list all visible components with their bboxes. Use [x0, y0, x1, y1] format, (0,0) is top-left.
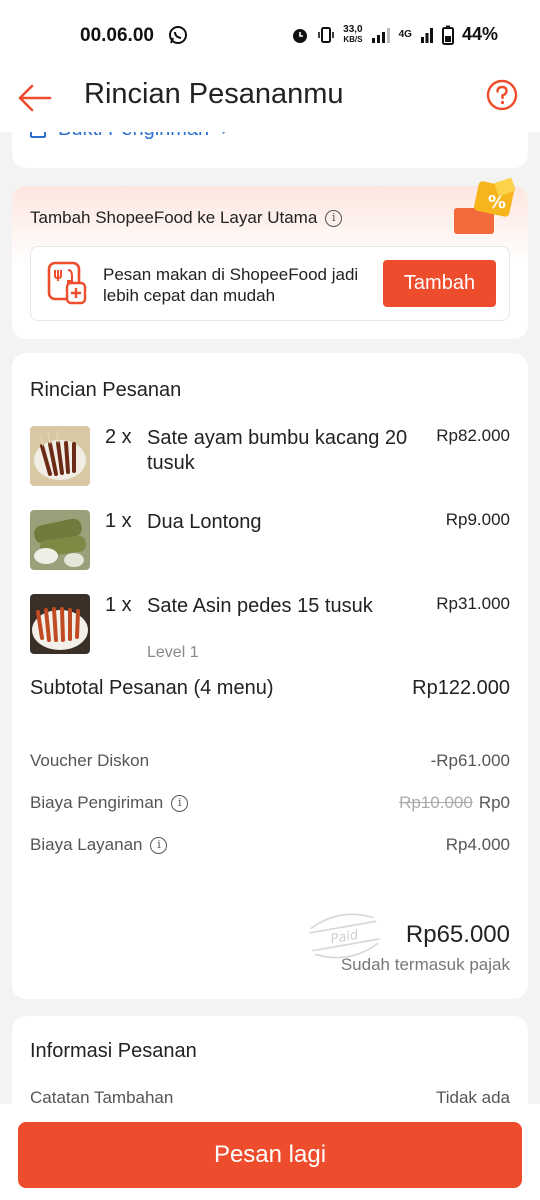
- add-to-homescreen-card: Tambah ShopeeFood ke Layar Utama i % Pes…: [12, 178, 528, 339]
- service-fee-row: Biaya Layanan i Rp4.000: [30, 835, 510, 855]
- order-info-title: Informasi Pesanan: [30, 1040, 197, 1062]
- voucher-row: Voucher Diskon -Rp61.000: [30, 751, 510, 771]
- voucher-label: Voucher Diskon: [30, 751, 150, 770]
- item-image-sate-ayam: [30, 426, 90, 486]
- net-speed-value: 33,0: [343, 23, 363, 35]
- shopeefood-add-icon: [47, 261, 87, 305]
- promo-description: Pesan makan di ShopeeFood jadi lebih cep…: [103, 265, 359, 305]
- promo-gift-icon: %: [454, 178, 516, 234]
- total-amount: Rp65.000: [405, 921, 510, 948]
- bottom-bar: Pesan lagi: [0, 1104, 540, 1200]
- back-arrow-icon[interactable]: [16, 80, 52, 116]
- item-qty: 2 x: [105, 426, 132, 448]
- shipping-value-wrap: Rp10.000 Rp0: [399, 793, 510, 813]
- item-qty: 1 x: [105, 510, 132, 532]
- net-speed-unit: KB/S: [343, 34, 363, 44]
- item-image-sate-asin: [30, 594, 90, 654]
- reorder-button[interactable]: Pesan lagi: [18, 1122, 522, 1188]
- shipping-original: Rp10.000: [399, 793, 473, 812]
- info-icon[interactable]: i: [150, 836, 168, 854]
- item-price: Rp82.000: [436, 426, 510, 445]
- item-note: Level 1: [147, 644, 199, 661]
- signal-icon-2: [420, 27, 433, 43]
- subtotal-row: Subtotal Pesanan (4 menu) Rp122.000: [30, 677, 510, 700]
- battery-icon: [441, 25, 454, 45]
- order-details-title: Rincian Pesanan: [30, 379, 182, 401]
- service-label-wrap: Biaya Layanan i: [30, 835, 168, 855]
- item-image-lontong: [30, 510, 90, 570]
- alarm-icon: [293, 28, 308, 43]
- shipping-row: Biaya Pengiriman i Rp10.000 Rp0: [30, 793, 510, 813]
- total-block: Rp65.000 Sudah termasuk pajak: [341, 921, 510, 975]
- battery-percent: 44%: [461, 24, 498, 44]
- subtotal-value: Rp122.000: [412, 677, 510, 699]
- net-speed: 33,0 KB/S: [343, 23, 363, 45]
- service-value: Rp4.000: [445, 835, 510, 854]
- order-details-card: Rincian Pesanan 2 x Sate ayam bumbu kaca…: [12, 353, 528, 999]
- promo-box: Pesan makan di ShopeeFood jadi lebih cep…: [30, 246, 510, 321]
- info-icon[interactable]: i: [325, 209, 343, 227]
- page-title: Rincian Pesananmu: [84, 78, 344, 110]
- service-label: Biaya Layanan: [30, 835, 143, 854]
- voucher-value: -Rp61.000: [430, 751, 510, 770]
- subtotal-label: Subtotal Pesanan (4 menu): [30, 677, 274, 699]
- order-item: 1 x Sate Asin pedes 15 tusuk Rp31.000 Le…: [30, 594, 510, 674]
- item-price: Rp9.000: [445, 510, 510, 529]
- help-icon[interactable]: [486, 79, 518, 111]
- add-button[interactable]: Tambah: [383, 260, 496, 307]
- shipping-label-wrap: Biaya Pengiriman i: [30, 793, 189, 813]
- info-icon[interactable]: i: [171, 794, 189, 812]
- item-qty: 1 x: [105, 594, 132, 616]
- whatsapp-icon: [169, 26, 187, 44]
- promo-title-row: Tambah ShopeeFood ke Layar Utama i: [30, 208, 343, 228]
- status-bar: 00.06.00 33,0 KB/S 4G 44%: [0, 0, 540, 72]
- status-time: 00.06.00: [80, 25, 154, 46]
- svg-text:%: %: [488, 192, 506, 213]
- order-item: 1 x Dua Lontong Rp9.000: [30, 510, 510, 570]
- item-price: Rp31.000: [436, 594, 510, 613]
- signal-icon: [371, 27, 390, 43]
- tax-note: Sudah termasuk pajak: [340, 955, 510, 974]
- shipping-label: Biaya Pengiriman: [30, 793, 164, 812]
- item-name: Dua Lontong: [147, 511, 262, 533]
- order-item: 2 x Sate ayam bumbu kacang 20 tusuk Rp82…: [30, 426, 510, 486]
- status-icons: 33,0 KB/S 4G 44%: [291, 24, 498, 45]
- network-type: 4G: [398, 29, 412, 40]
- app-header: Rincian Pesananmu: [0, 72, 540, 132]
- vibrate-icon: [318, 26, 334, 43]
- promo-title: Tambah ShopeeFood ke Layar Utama: [30, 208, 318, 227]
- item-name: Sate Asin pedes 15 tusuk: [147, 595, 373, 617]
- shipping-value: Rp0: [478, 793, 510, 812]
- item-name: Sate ayam bumbu kacang 20 tusuk: [147, 427, 408, 474]
